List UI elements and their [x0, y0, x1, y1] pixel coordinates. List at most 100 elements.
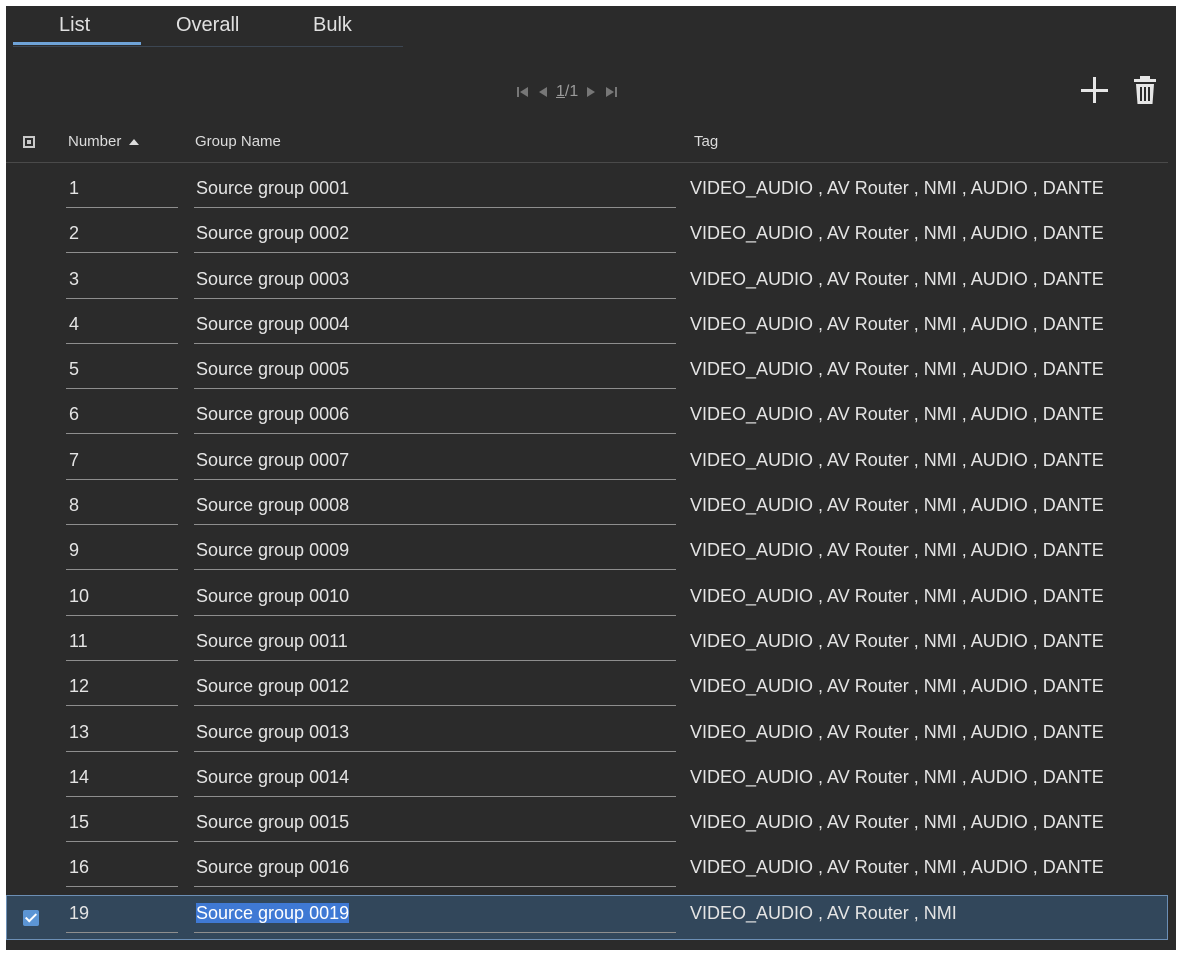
number-field[interactable]: 13 [66, 722, 178, 752]
table-row[interactable]: 4 Source group 0004 VIDEO_AUDIO , AV Route… [6, 306, 1168, 351]
pagination: 1/1 [516, 80, 618, 104]
table-row[interactable]: 14 Source group 0014 VIDEO_AUDIO , AV Rout… [6, 759, 1168, 804]
table-row[interactable]: 10 Source group 0010 VIDEO_AUDIO , AV Rout… [6, 578, 1168, 623]
table-body: 1 Source group 0001 VIDEO_AUDIO , AV Route… [6, 170, 1168, 941]
number-field[interactable]: 6 [66, 404, 178, 435]
table-row[interactable]: 2 Source group 0002 VIDEO_AUDIO , AV Route… [6, 215, 1168, 260]
row-checkbox[interactable] [23, 909, 39, 926]
number-field[interactable]: 10 [66, 586, 178, 616]
number-field[interactable]: 2 [66, 223, 178, 254]
table-row[interactable]: 16 Source group 0016 VIDEO_AUDIO , AV Rout… [6, 849, 1168, 894]
last-page-icon[interactable] [604, 84, 618, 100]
group-name-field[interactable]: Source group 0004 [194, 314, 676, 344]
tag-cell: VIDEO_AUDIO , AV Router , NMI , AUDIO , … [690, 585, 1104, 606]
tag-cell: VIDEO_AUDIO , AV Router , NMI , AUDIO , … [690, 178, 1104, 198]
total-pages: 1 [569, 83, 579, 100]
table-row[interactable]: 12 Source group 0012 VIDEO_AUDIO , AV Rout… [6, 668, 1168, 713]
group-name-field[interactable]: Source group 0006 [194, 404, 676, 435]
tab-overall[interactable]: Overall [176, 14, 239, 37]
table-row[interactable]: 11 Source group 0011 VIDEO_AUDIO , AV Rout… [6, 623, 1168, 668]
group-name-field[interactable]: Source group 0014 [194, 767, 676, 797]
column-header-tag[interactable]: Tag [694, 133, 718, 150]
page-indicator: 1/1 [556, 83, 578, 101]
tag-cell: VIDEO_AUDIO , AV Router , NMI , AUDIO , … [690, 630, 1104, 651]
group-name-field[interactable]: Source group 0005 [194, 359, 676, 390]
tag-cell: VIDEO_AUDIO , AV Router , NMI , AUDIO , … [690, 766, 1104, 787]
sort-ascending-icon [129, 139, 140, 146]
tag-cell: VIDEO_AUDIO , AV Router , NMI , AUDIO , … [690, 404, 1104, 425]
group-name-field[interactable]: Source group 0009 [194, 540, 676, 571]
number-field[interactable]: 11 [66, 631, 178, 661]
group-name-field[interactable]: Source group 0015 [194, 812, 676, 843]
table-row[interactable]: 3 Source group 0003 VIDEO_AUDIO , AV Route… [6, 261, 1168, 306]
group-name-text: Source group 0001 [196, 178, 350, 198]
group-name-text: Source group 0004 [196, 313, 350, 334]
tag-cell: VIDEO_AUDIO , AV Router , NMI , AUDIO , … [690, 268, 1104, 289]
table-row[interactable]: 9 Source group 0009 VIDEO_AUDIO , AV Route… [6, 532, 1168, 577]
group-name-field[interactable]: Source group 0010 [194, 586, 676, 616]
group-name-text: Source group 0005 [196, 359, 350, 380]
tag-cell: VIDEO_AUDIO , AV Router , NMI , AUDIO , … [690, 495, 1104, 516]
number-field[interactable]: 3 [66, 269, 178, 299]
current-page[interactable]: 1 [556, 83, 565, 100]
group-name-field[interactable]: Source group 0016 [194, 857, 676, 888]
column-header-group-name[interactable]: Group Name [195, 133, 281, 150]
number-field[interactable]: 14 [66, 767, 178, 797]
number-field[interactable]: 15 [66, 812, 178, 843]
group-name-text: Source group 0007 [196, 449, 350, 470]
group-name-text: Source group 0010 [196, 585, 350, 606]
tab-bulk[interactable]: Bulk [313, 14, 352, 37]
tag-cell: VIDEO_AUDIO , AV Router , NMI , AUDIO , … [690, 540, 1104, 561]
trash-icon[interactable] [1129, 72, 1161, 108]
tag-cell: VIDEO_AUDIO , AV Router , NMI , AUDIO , … [690, 676, 1104, 697]
group-name-text: Source group 0008 [196, 495, 350, 516]
number-field[interactable]: 5 [66, 359, 178, 390]
group-name-text: Source group 0006 [196, 404, 350, 425]
number-field[interactable]: 4 [66, 314, 178, 344]
column-header-number-label: Number [68, 133, 122, 150]
number-field[interactable]: 12 [66, 676, 178, 707]
group-name-text: Source group 0013 [196, 721, 350, 742]
group-name-text: Source group 0009 [196, 540, 350, 561]
plus-icon[interactable] [1079, 72, 1111, 108]
source-group-panel: List Overall Bulk 1/1 Number Group Name … [6, 6, 1176, 950]
table-row[interactable]: 7 Source group 0007 VIDEO_AUDIO , AV Route… [6, 442, 1168, 487]
group-name-field[interactable]: Source group 0002 [194, 223, 676, 254]
group-name-field[interactable]: Source group 0007 [194, 450, 676, 480]
group-name-field[interactable]: Source group 0008 [194, 495, 676, 526]
number-field[interactable]: 1 [66, 178, 178, 208]
table-header: Number Group Name Tag [6, 122, 1168, 163]
number-field[interactable]: 7 [66, 450, 178, 480]
table-row[interactable]: 1 Source group 0001 VIDEO_AUDIO , AV Route… [6, 170, 1168, 215]
tag-cell: VIDEO_AUDIO , AV Router , NMI , AUDIO , … [690, 359, 1104, 380]
group-name-field[interactable]: Source group 0003 [194, 269, 676, 299]
tab-bar: List Overall Bulk [13, 6, 403, 47]
group-name-field[interactable]: Source group 0013 [194, 722, 676, 752]
table-row[interactable]: 13 Source group 0013 VIDEO_AUDIO , AV Rout… [6, 714, 1168, 759]
number-field[interactable]: 19 [66, 903, 178, 933]
group-name-field[interactable]: Source group 0019 [194, 902, 676, 933]
number-field[interactable]: 16 [66, 857, 178, 888]
table-row[interactable]: 6 Source group 0006 VIDEO_AUDIO , AV Route… [6, 396, 1168, 441]
group-name-text: Source group 0003 [196, 268, 350, 289]
first-page-icon[interactable] [516, 84, 530, 100]
group-name-text: Source group 0019 [196, 902, 350, 923]
table-row[interactable]: 8 Source group 0008 VIDEO_AUDIO , AV Route… [6, 487, 1168, 532]
group-name-text: Source group 0016 [196, 857, 350, 878]
group-name-field[interactable]: Source group 0012 [194, 676, 676, 707]
table-row[interactable]: 19 Source group 0019 VIDEO_AUDIO , AV Rout… [6, 894, 1168, 941]
tag-cell: VIDEO_AUDIO , AV Router , NMI , AUDIO , … [690, 223, 1104, 244]
next-page-icon[interactable] [584, 84, 598, 100]
tab-list[interactable]: List [59, 14, 90, 37]
group-name-field[interactable]: Source group 0001 [194, 178, 676, 208]
prev-page-icon[interactable] [536, 84, 550, 100]
group-name-field[interactable]: Source group 0011 [194, 631, 676, 661]
table-row[interactable]: 5 Source group 0005 VIDEO_AUDIO , AV Route… [6, 351, 1168, 396]
number-field[interactable]: 8 [66, 495, 178, 526]
select-all-checkbox[interactable] [23, 136, 35, 148]
group-name-text: Source group 0014 [196, 766, 350, 787]
column-header-number[interactable]: Number [68, 133, 140, 150]
tag-cell: VIDEO_AUDIO , AV Router , NMI , AUDIO , … [690, 857, 1104, 878]
number-field[interactable]: 9 [66, 540, 178, 571]
table-row[interactable]: 15 Source group 0015 VIDEO_AUDIO , AV Rout… [6, 804, 1168, 849]
